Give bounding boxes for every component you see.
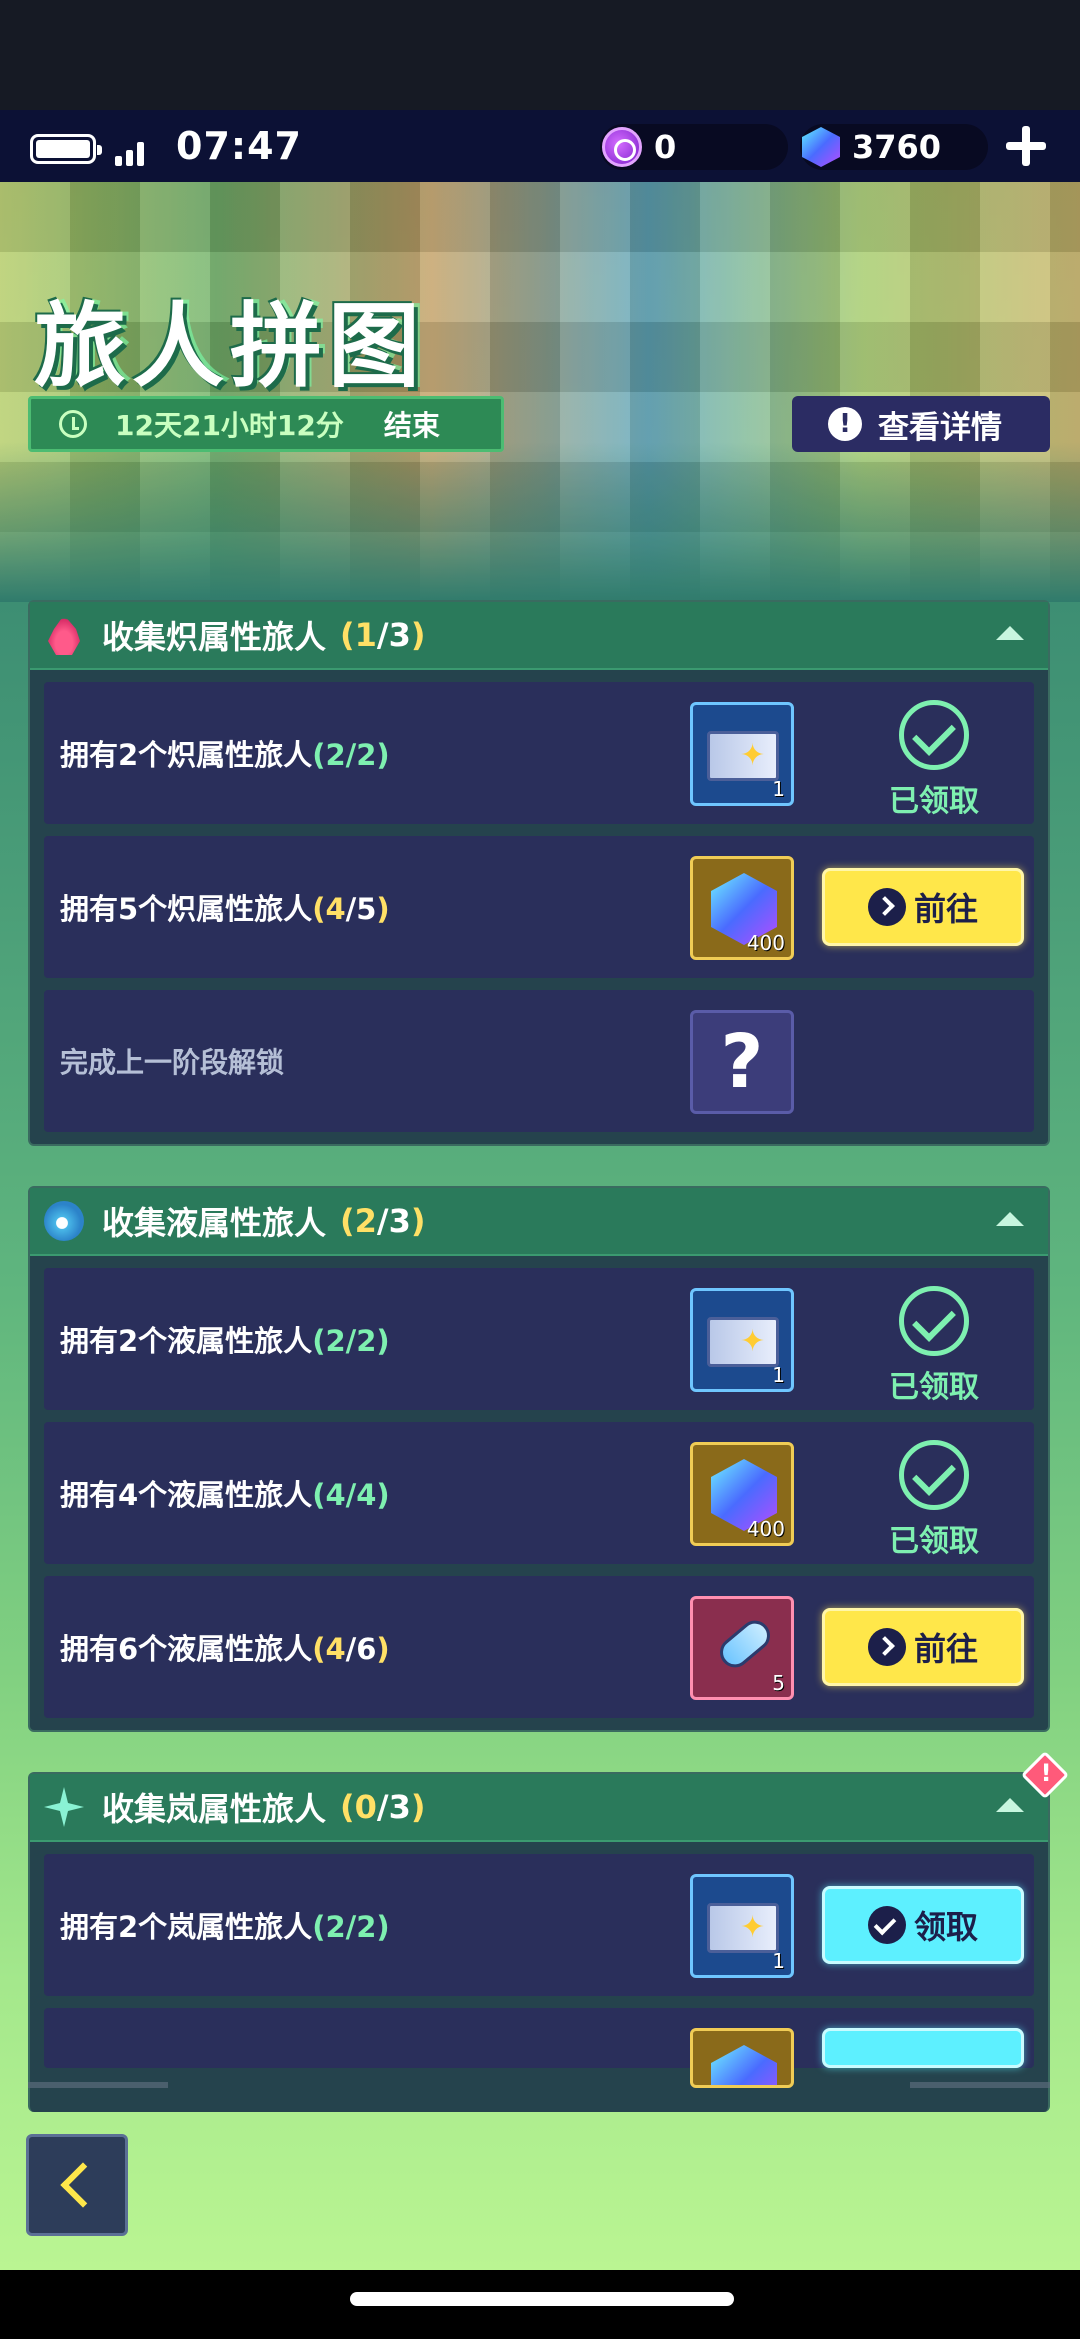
section-header[interactable]: 收集炽属性旅人 (1/3) <box>30 602 1048 670</box>
section-title: 收集炽属性旅人 <box>102 618 327 656</box>
task-row-locked: 完成上一阶段解锁 ? <box>44 990 1034 1132</box>
task-row: 拥有2个炽属性旅人(2/2) 1 已领取 <box>44 682 1034 824</box>
task-label: 拥有2个液属性旅人(2/2) <box>60 1324 390 1358</box>
reward-quantity: 1 <box>772 1363 785 1387</box>
section-fire: 收集炽属性旅人 (1/3) 拥有2个炽属性旅人(2/2) 1 已领取 拥有5个炽… <box>28 600 1050 1146</box>
reward-quantity: 1 <box>772 1949 785 1973</box>
section-header[interactable]: 收集岚属性旅人 (0/3) <box>30 1750 1070 1842</box>
task-label: 完成上一阶段解锁 <box>60 1046 285 1079</box>
collapse-chevron-icon[interactable] <box>996 1798 1024 1812</box>
check-icon <box>899 1286 969 1356</box>
ticket-reward-icon[interactable]: 1 <box>690 1874 794 1978</box>
add-currency-button[interactable] <box>1000 118 1050 174</box>
status-time: 07:47 <box>176 124 302 168</box>
storm-element-icon <box>44 1787 84 1827</box>
gem-cube-reward-icon[interactable]: 400 <box>690 856 794 960</box>
task-row: 拥有6个液属性旅人(4/6) 5 前往 <box>44 1576 1034 1718</box>
unknown-reward-icon[interactable]: ? <box>690 1010 794 1114</box>
section-header[interactable]: 收集液属性旅人 (2/3) <box>30 1188 1048 1256</box>
task-row: 拥有2个岚属性旅人(2/2) 1 领取 <box>44 1854 1034 1996</box>
ticket-reward-icon[interactable]: 1 <box>690 1288 794 1392</box>
capsule-reward-icon[interactable]: 5 <box>690 1596 794 1700</box>
view-details-label: 查看详情 <box>878 409 1002 446</box>
task-label: 拥有6个液属性旅人(4/6) <box>60 1632 390 1666</box>
info-icon: ! <box>828 407 862 441</box>
task-row: 拥有4个液属性旅人(4/4) 400 已领取 <box>44 1422 1034 1564</box>
timer-remaining: 12天21小时12分 <box>115 409 344 442</box>
fire-element-icon <box>48 615 80 655</box>
section-progress: (0/3) <box>340 1788 426 1826</box>
points-counter[interactable]: 0 <box>600 124 788 170</box>
claimed-status: 已领取 <box>874 700 994 820</box>
gem-cube-reward-icon[interactable]: 400 <box>690 1442 794 1546</box>
task-row: 拥有2个液属性旅人(2/2) 1 已领取 <box>44 1268 1034 1410</box>
claim-button[interactable]: 领取 <box>822 1886 1024 1964</box>
reward-quantity: 400 <box>746 931 785 955</box>
claimed-status: 已领取 <box>874 1440 994 1560</box>
battery-icon <box>30 134 102 164</box>
check-icon <box>899 1440 969 1510</box>
check-icon <box>899 700 969 770</box>
points-coin-icon <box>602 127 642 167</box>
go-button[interactable]: 前往 <box>822 868 1024 946</box>
arrow-right-icon <box>867 888 906 926</box>
section-title: 收集液属性旅人 <box>102 1204 327 1242</box>
alert-badge-icon <box>1020 1750 1070 1800</box>
section-progress: (2/3) <box>340 1202 426 1240</box>
event-page: 旅人拼图 12天21小时12分 结束 ! 查看详情 收集炽属性旅人 (1/3) … <box>0 182 1080 2270</box>
ticket-reward-icon[interactable]: 1 <box>690 702 794 806</box>
signal-icon <box>115 132 155 166</box>
home-indicator[interactable] <box>0 2270 1080 2339</box>
reward-quantity: 5 <box>772 1671 785 1695</box>
task-row-partial <box>44 2008 1034 2088</box>
gem-cube-icon <box>802 127 840 167</box>
top-bezel <box>0 0 1080 110</box>
status-bar: 07:47 0 3760 <box>0 110 1080 182</box>
gems-value: 3760 <box>852 128 942 166</box>
scroll-edge-left <box>28 2082 168 2088</box>
task-label: 拥有4个液属性旅人(4/4) <box>60 1478 390 1512</box>
arrow-right-icon <box>867 1628 906 1666</box>
liquid-element-icon <box>44 1201 84 1241</box>
scroll-edge-right <box>910 2082 1050 2088</box>
back-button[interactable] <box>26 2134 128 2236</box>
timer-end-label: 结束 <box>383 409 440 442</box>
collapse-chevron-icon[interactable] <box>996 1212 1024 1226</box>
task-label: 拥有2个炽属性旅人(2/2) <box>60 738 390 772</box>
task-row: 拥有5个炽属性旅人(4/5) 400 前往 <box>44 836 1034 978</box>
section-progress: (1/3) <box>340 616 426 654</box>
collapse-chevron-icon[interactable] <box>996 626 1024 640</box>
event-timer: 12天21小时12分 结束 <box>28 396 504 452</box>
claimed-status: 已领取 <box>874 1286 994 1406</box>
task-label: 拥有5个炽属性旅人(4/5) <box>60 892 390 926</box>
section-liquid: 收集液属性旅人 (2/3) 拥有2个液属性旅人(2/2) 1 已领取 拥有4个液… <box>28 1186 1050 1732</box>
reward-quantity: 1 <box>772 777 785 801</box>
claim-button[interactable] <box>822 2028 1024 2068</box>
go-button[interactable]: 前往 <box>822 1608 1024 1686</box>
section-title: 收集岚属性旅人 <box>102 1790 327 1828</box>
event-title: 旅人拼图 <box>34 293 427 400</box>
gems-counter[interactable]: 3760 <box>800 124 988 170</box>
gem-cube-reward-icon[interactable] <box>690 2028 794 2088</box>
section-storm: 收集岚属性旅人 (0/3) 拥有2个岚属性旅人(2/2) 1 领取 <box>28 1750 1070 2112</box>
view-details-button[interactable]: ! 查看详情 <box>792 396 1050 452</box>
points-value: 0 <box>654 128 677 166</box>
check-circle-icon <box>867 1906 906 1944</box>
clock-icon <box>59 410 87 438</box>
task-label: 拥有2个岚属性旅人(2/2) <box>60 1910 390 1944</box>
reward-quantity: 400 <box>746 1517 785 1541</box>
